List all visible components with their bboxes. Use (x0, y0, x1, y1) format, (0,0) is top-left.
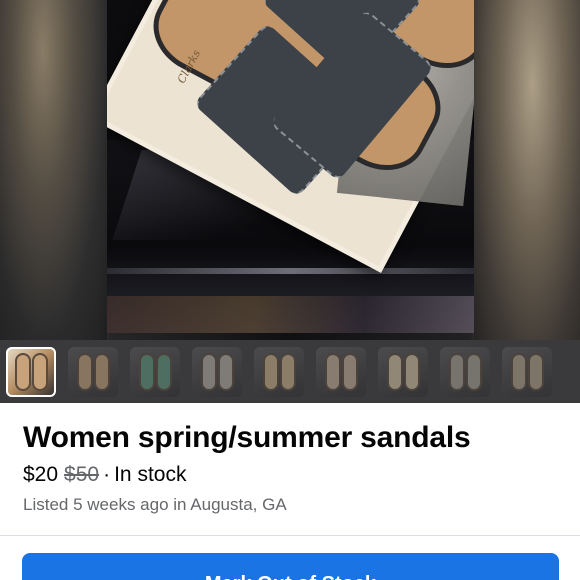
blurred-backdrop-left (0, 0, 107, 340)
sandal-thumb-image (263, 352, 279, 391)
sandal-thumb-image (466, 352, 482, 391)
sandal-thumb-image (94, 352, 110, 391)
thumbnail-6[interactable] (316, 346, 366, 397)
chrome-trim (107, 268, 474, 274)
price-separator: · (103, 463, 111, 486)
sandal-thumb-image (528, 352, 544, 391)
main-listing-photo[interactable]: Clarks (107, 0, 474, 333)
sandal-thumb-image (449, 352, 465, 391)
thumbnail-8[interactable] (440, 346, 490, 397)
sandal-thumb-image (218, 352, 234, 391)
price-row: $20 $50 · In stock (23, 463, 186, 487)
sandal-thumb-image (387, 352, 403, 391)
listing-details: Women spring/summer sandals $20 $50 · In st… (0, 403, 580, 580)
sandal-thumb-image (325, 352, 341, 391)
listing-title: Women spring/summer sandals (23, 421, 471, 454)
thumbnail-7[interactable] (378, 346, 428, 397)
ground-strip (107, 296, 474, 333)
sandal-thumb-image (280, 352, 296, 391)
marketplace-listing-view: Clarks Women spring/summer sandals $20 $5… (0, 0, 580, 580)
sandal-thumb-image (156, 352, 172, 391)
mark-out-of-stock-button[interactable]: Mark Out of Stock (22, 553, 559, 580)
sandal-thumb-image (201, 352, 217, 391)
sandal-thumb-image (342, 352, 358, 391)
sandal-thumb-image (139, 352, 155, 391)
sandal-thumb-image (32, 352, 48, 391)
stock-status: In stock (114, 463, 187, 486)
current-price: $20 (23, 463, 59, 486)
thumbnail-3[interactable] (130, 346, 180, 397)
thumbnail-strip (0, 340, 580, 403)
listed-info: Listed 5 weeks ago in Augusta, GA (23, 495, 287, 514)
thumbnail-2[interactable] (68, 346, 118, 397)
sandal-thumb-image (15, 352, 31, 391)
sandal-thumb-image (404, 352, 420, 391)
thumbnail-5[interactable] (254, 346, 304, 397)
thumbnail-1[interactable] (6, 346, 56, 397)
sandal-thumb-image (511, 352, 527, 391)
original-price: $50 (64, 463, 100, 486)
thumbnail-4[interactable] (192, 346, 242, 397)
photo-carousel[interactable]: Clarks (0, 0, 580, 340)
sandal-thumb-image (77, 352, 93, 391)
divider (0, 535, 580, 536)
thumbnail-9[interactable] (502, 346, 552, 397)
blurred-backdrop-right (474, 0, 580, 340)
